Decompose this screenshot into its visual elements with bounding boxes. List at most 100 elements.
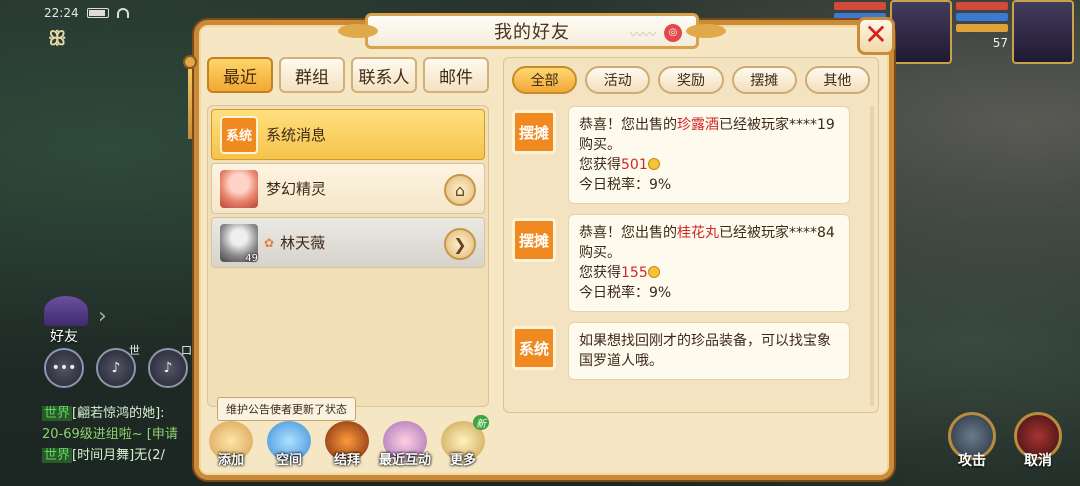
chat-text: 20-69级进组啦~ [申请 — [42, 427, 178, 442]
chat-text: [时间月舞]无(2/ — [72, 448, 165, 463]
message-line: 恭喜！您出售的桂花丸已经被玩家****84购买。 — [579, 223, 839, 263]
system-badge: 系统 — [512, 326, 556, 370]
earn-label: 您获得 — [579, 157, 621, 173]
category-tabs: 最近 群组 联系人 邮件 — [207, 57, 489, 93]
message-bubble: 如果想找回刚才的珍品装备，可以找宝象国罗道人哦。 — [568, 322, 850, 380]
friends-dialog: 我的好友 〰〰 ◎ ✕ 最近 群组 联系人 邮件 系统 系统消息 梦幻精灵 ⌂ — [183, 13, 895, 480]
tab-contacts[interactable]: 联系人 — [351, 57, 417, 93]
chat-channel-tag: 世界 — [42, 406, 73, 421]
tassel-knob — [183, 55, 197, 69]
contact-dream-sprite[interactable]: 梦幻精灵 ⌂ — [211, 163, 485, 214]
filter-rewards[interactable]: 奖励 — [658, 66, 724, 94]
chevron-right-icon[interactable]: › — [98, 304, 107, 329]
contact-name: 系统消息 — [266, 126, 327, 144]
seal-icon: ◎ — [664, 24, 682, 42]
cancel-label: 取消 — [1024, 453, 1052, 469]
world-voice-button[interactable]: ♪ 世 — [96, 344, 140, 388]
tool-label: 添加 — [217, 453, 244, 468]
tax-line: 今日税率：9% — [579, 177, 672, 193]
swirl-icon[interactable]: ꕥ — [48, 26, 67, 50]
social-toolbar: 添加 空间 结拜 最近互动 更多 新 — [207, 415, 489, 468]
message-panel: 全部 活动 奖励 摆摊 其他 摆摊 恭喜！您出售的珍露酒已经被玩家****19购… — [503, 57, 879, 413]
stall-badge: 摆摊 — [512, 218, 556, 262]
contact-level: 49 — [245, 252, 258, 264]
left-column: 最近 群组 联系人 邮件 系统 系统消息 梦幻精灵 ⌂ 49 ✿ 林天薇 ❯ — [207, 57, 489, 413]
contact-lin-tianwei[interactable]: 49 ✿ 林天薇 ❯ — [211, 217, 485, 268]
chat-bubble-icon: ••• — [51, 360, 77, 376]
wizard-hat-icon — [44, 296, 88, 326]
contact-list[interactable]: 系统 系统消息 梦幻精灵 ⌂ 49 ✿ 林天薇 ❯ — [207, 105, 489, 407]
tassel-ornament — [183, 55, 197, 155]
tax-line: 今日税率：9% — [579, 285, 672, 301]
more-button[interactable]: 更多 新 — [439, 415, 489, 468]
friend-shortcut[interactable]: 好友 › — [40, 296, 107, 346]
tab-mail[interactable]: 邮件 — [423, 57, 489, 93]
cancel-action-button[interactable]: 取消 — [1014, 412, 1062, 470]
battery-icon — [86, 8, 109, 18]
home-button[interactable]: ⌂ — [444, 174, 476, 206]
contact-system-messages[interactable]: 系统 系统消息 — [211, 109, 485, 160]
recent-interaction-button[interactable]: 最近互动 — [379, 421, 432, 468]
message-scrollbar[interactable] — [870, 106, 874, 406]
team-voice-label: 口 — [181, 344, 192, 357]
space-button[interactable]: 空间 — [265, 421, 313, 468]
attack-button[interactable]: 攻击 — [948, 412, 996, 470]
status-bars — [956, 2, 1008, 64]
filter-events[interactable]: 活动 — [585, 66, 651, 94]
microphone-icon: ♪ — [163, 360, 173, 376]
sworn-brother-button[interactable]: 结拜 — [323, 421, 371, 468]
message-item: 摆摊 恭喜！您出售的桂花丸已经被玩家****84购买。 您获得155 今日税率：… — [512, 214, 856, 312]
chat-log[interactable]: 世界 [翩若惊鸿的她]: 20-69级进组啦~ [申请 世界 [时间月舞]无(2/ — [42, 403, 198, 466]
avatar: 49 — [220, 223, 258, 264]
stall-badge: 摆摊 — [512, 110, 556, 154]
item-name: 珍露酒 — [677, 117, 719, 133]
message-list[interactable]: 摆摊 恭喜！您出售的珍露酒已经被玩家****19购买。 您获得501 今日税率：… — [512, 106, 856, 406]
hp-bar — [834, 2, 886, 10]
microphone-icon: ♪ — [111, 360, 121, 376]
message-filters: 全部 活动 奖励 摆摊 其他 — [504, 58, 878, 94]
tab-groups[interactable]: 群组 — [279, 57, 345, 93]
device-status-bar: 22:24 — [44, 6, 129, 20]
home-icon: ⌂ — [454, 180, 466, 200]
message-item: 摆摊 恭喜！您出售的珍露酒已经被玩家****19购买。 您获得501 今日税率：… — [512, 106, 856, 204]
tool-label: 结拜 — [333, 453, 360, 468]
chat-bubble-button[interactable]: ••• — [44, 348, 84, 388]
tab-recent[interactable]: 最近 — [207, 57, 273, 93]
coin-icon — [647, 158, 660, 170]
tool-label: 更多 — [449, 453, 476, 468]
message-line: 您获得155 — [579, 263, 839, 283]
status-update-tip: 维护公告使者更新了状态 — [217, 397, 356, 421]
earn-value: 501 — [621, 157, 648, 173]
player-portrait[interactable] — [1012, 0, 1074, 64]
earn-label: 您获得 — [579, 265, 621, 281]
filter-other[interactable]: 其他 — [804, 66, 871, 94]
pet-portrait[interactable] — [890, 0, 952, 64]
team-voice-button[interactable]: ♪ 口 — [148, 344, 192, 388]
close-button[interactable]: ✕ — [857, 17, 895, 55]
message-bubble: 恭喜！您出售的珍露酒已经被玩家****19购买。 您获得501 今日税率：9% — [568, 106, 850, 204]
filter-stall[interactable]: 摆摊 — [731, 66, 797, 94]
mp-bar — [956, 13, 1008, 21]
chat-line: 20-69级进组啦~ [申请 — [42, 424, 198, 445]
combat-actions: 攻击 取消 — [948, 412, 1062, 470]
tool-label: 空间 — [275, 453, 302, 468]
contact-name: 林天薇 — [280, 234, 326, 252]
tassel-cord — [188, 69, 192, 139]
message-line: 您获得501 — [579, 155, 839, 175]
item-name: 桂花丸 — [677, 225, 719, 241]
avatar — [220, 169, 258, 208]
tool-label: 最近互动 — [379, 453, 432, 468]
world-voice-label: 世 — [129, 344, 140, 357]
filter-all[interactable]: 全部 — [512, 66, 578, 94]
message-text: 恭喜！您出售的 — [579, 225, 677, 241]
add-friend-button[interactable]: 添加 — [207, 421, 255, 468]
chat-channel-tag: 世界 — [42, 448, 73, 463]
calligraphy-decoration: 〰〰 — [629, 28, 656, 43]
open-chat-button[interactable]: ❯ — [444, 228, 476, 260]
message-item: 系统 如果想找回刚才的珍品装备，可以找宝象国罗道人哦。 — [512, 322, 856, 380]
friend-shortcut-label: 好友 — [50, 329, 78, 345]
player-level: 57 — [992, 36, 1008, 50]
hp-bar — [956, 2, 1008, 10]
new-badge: 新 — [473, 415, 489, 430]
message-line: 恭喜！您出售的珍露酒已经被玩家****19购买。 — [579, 115, 839, 155]
